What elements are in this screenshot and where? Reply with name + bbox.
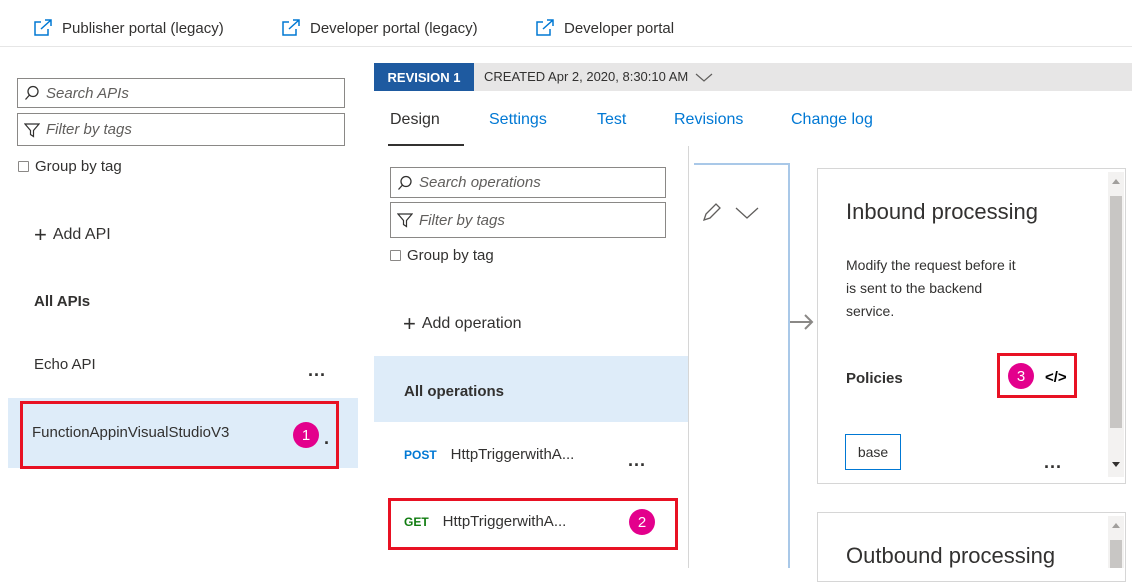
portal-links-bar: Publisher portal (legacy) Developer port… xyxy=(0,0,1132,47)
inbound-description-line1: Modify the request before it xyxy=(846,257,1016,273)
callout-badge-1: 1 xyxy=(293,422,319,448)
add-api-button[interactable]: + Add API xyxy=(34,224,111,246)
chevron-down-icon[interactable] xyxy=(734,205,760,221)
filter-operations-input[interactable]: Filter by tags xyxy=(390,202,666,238)
scroll-down-icon[interactable] xyxy=(1110,460,1122,470)
publisher-portal-link[interactable]: Publisher portal (legacy) xyxy=(32,18,224,38)
tab-revisions[interactable]: Revisions xyxy=(674,111,743,129)
group-by-tag-operations[interactable]: Group by tag xyxy=(390,247,494,264)
revision-tag: REVISION 1 xyxy=(374,63,474,91)
add-api-label: Add API xyxy=(52,226,111,243)
operation-post-row[interactable]: POST HttpTriggerwithA... xyxy=(404,446,574,463)
base-policy-tag[interactable]: base xyxy=(845,434,901,470)
external-link-icon xyxy=(536,19,554,36)
group-by-tag-checkbox[interactable] xyxy=(18,161,29,172)
outbound-title: Outbound processing xyxy=(846,543,1056,568)
search-icon xyxy=(398,175,412,190)
tab-design[interactable]: Design xyxy=(390,111,440,129)
callout-box-1 xyxy=(20,401,339,469)
add-operation-button[interactable]: + Add operation xyxy=(403,313,522,335)
search-operations-placeholder: Search operations xyxy=(419,174,541,191)
group-by-tag-label: Group by tag xyxy=(35,158,122,175)
scroll-up-icon[interactable] xyxy=(1110,176,1122,186)
filter-apis-placeholder: Filter by tags xyxy=(46,121,132,138)
all-operations-item[interactable]: All operations xyxy=(404,383,504,400)
filter-apis-input[interactable]: Filter by tags xyxy=(17,113,345,146)
inbound-more-button[interactable]: ... xyxy=(1044,452,1062,473)
publisher-portal-label: Publisher portal (legacy) xyxy=(62,19,224,37)
callout-badge-3: 3 xyxy=(1008,363,1034,389)
group-by-tag-apis[interactable]: Group by tag xyxy=(18,158,122,175)
developer-portal-label: Developer portal xyxy=(564,19,675,37)
outbound-scrollbar-thumb[interactable] xyxy=(1110,540,1122,568)
callout-badge-2: 2 xyxy=(629,509,655,535)
all-apis-item[interactable]: All APIs xyxy=(34,293,90,310)
group-by-tag-ops-label: Group by tag xyxy=(407,247,494,264)
method-badge-post: POST xyxy=(404,447,437,462)
revision-bar: REVISION 1 CREATED Apr 2, 2020, 8:30:10 … xyxy=(374,63,1132,91)
pencil-icon[interactable] xyxy=(700,202,724,224)
developer-portal-legacy-link[interactable]: Developer portal (legacy) xyxy=(280,18,478,38)
arrow-right-icon xyxy=(790,314,814,330)
search-operations-input[interactable]: Search operations xyxy=(390,167,666,198)
search-apis-placeholder: Search APIs xyxy=(46,84,129,102)
filter-icon xyxy=(397,213,413,228)
inbound-description-line2: is sent to the backend xyxy=(846,280,983,296)
filter-operations-placeholder: Filter by tags xyxy=(419,211,505,229)
echo-api-more-button[interactable]: ... xyxy=(308,360,326,381)
group-by-tag-checkbox[interactable] xyxy=(390,250,401,261)
plus-icon: + xyxy=(403,311,416,336)
revision-created-dropdown[interactable]: CREATED Apr 2, 2020, 8:30:10 AM xyxy=(484,69,714,84)
search-icon xyxy=(25,85,39,100)
operation-post-more-button[interactable]: ... xyxy=(628,450,646,471)
tab-settings[interactable]: Settings xyxy=(489,111,547,129)
developer-portal-legacy-label: Developer portal (legacy) xyxy=(310,19,478,37)
tab-change-log[interactable]: Change log xyxy=(791,111,873,129)
search-apis-input[interactable]: Search APIs xyxy=(17,78,345,108)
add-operation-label: Add operation xyxy=(421,315,522,332)
inbound-description-line3: service. xyxy=(846,303,895,319)
api-item-echo[interactable]: Echo API xyxy=(34,356,96,373)
plus-icon: + xyxy=(34,222,47,247)
revision-created-text: CREATED Apr 2, 2020, 8:30:10 AM xyxy=(484,69,689,84)
inbound-scrollbar-thumb[interactable] xyxy=(1110,196,1122,428)
operation-name-post: HttpTriggerwithA... xyxy=(450,446,575,463)
filter-icon xyxy=(24,122,40,138)
external-link-icon xyxy=(282,19,300,36)
policies-label: Policies xyxy=(846,370,903,387)
inbound-title: Inbound processing xyxy=(846,199,1039,224)
chevron-down-icon xyxy=(695,73,713,82)
developer-portal-link[interactable]: Developer portal xyxy=(534,18,674,38)
scroll-up-icon[interactable] xyxy=(1110,520,1122,530)
tab-test[interactable]: Test xyxy=(597,111,626,129)
external-link-icon xyxy=(34,19,52,36)
